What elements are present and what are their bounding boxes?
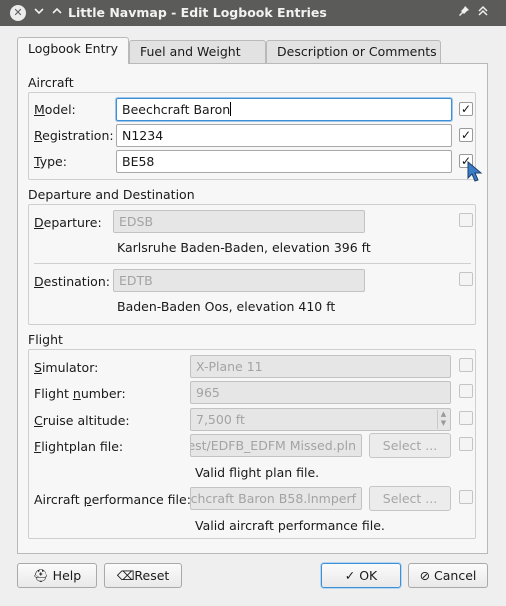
type-label: Type:	[34, 154, 67, 169]
aircraft-heading: Aircraft	[28, 75, 74, 90]
flight-heading: Flight	[28, 332, 63, 347]
performance-file-checkbox[interactable]	[459, 490, 473, 504]
tab-fuel-and-weight[interactable]: Fuel and Weight	[129, 40, 266, 64]
checkmark-icon: ✓	[344, 568, 356, 583]
simulator-label: Simulator:	[34, 360, 99, 375]
type-input[interactable]: BE58	[116, 150, 452, 173]
destination-input[interactable]: EDTB	[113, 269, 365, 292]
departure-destination-group: Departure: EDSB Karlsruhe Baden-Baden, e…	[28, 204, 476, 325]
tab-logbook-entry[interactable]: Logbook Entry	[17, 37, 129, 64]
registration-input[interactable]: N1234	[116, 124, 452, 147]
logbook-entry-panel: Aircraft Model: Beechcraft Baron ✓ Regis…	[17, 63, 488, 554]
performance-file-info: Valid aircraft performance file.	[195, 518, 385, 533]
mouse-pointer-icon	[466, 160, 484, 184]
destination-checkbox[interactable]	[459, 272, 473, 286]
reset-icon: ⌫	[116, 568, 135, 583]
performance-select-button[interactable]: Select ...	[369, 486, 451, 511]
model-input[interactable]: Beechcraft Baron	[116, 98, 452, 121]
departure-checkbox[interactable]	[459, 213, 473, 227]
help-icon: ⛑	[32, 568, 49, 583]
departure-input[interactable]: EDSB	[113, 210, 365, 233]
model-checkbox[interactable]: ✓	[459, 102, 473, 116]
reset-button[interactable]: ⌫Reset	[104, 563, 182, 588]
departure-info: Karlsruhe Baden-Baden, elevation 396 ft	[117, 240, 371, 255]
collapse-icon[interactable]	[474, 4, 492, 22]
flight-number-checkbox[interactable]	[459, 384, 473, 398]
simulator-input[interactable]: X-Plane 11	[190, 355, 451, 378]
separator	[34, 263, 471, 264]
help-button[interactable]: ⛑ Help	[17, 563, 97, 588]
flightplan-file-info: Valid flight plan file.	[195, 465, 320, 480]
flightplan-file-label: Flightplan file:	[34, 439, 124, 454]
cancel-icon: ⊘	[419, 568, 431, 583]
performance-file-label: Aircraft performance file:	[34, 492, 191, 507]
cruise-altitude-spinbox[interactable]: 7,500 ft ▲ ▼	[190, 408, 451, 431]
registration-checkbox[interactable]: ✓	[459, 128, 473, 142]
flightplan-file-input[interactable]: Test/EDFB_EDFM Missed.pln	[190, 434, 362, 457]
tab-description-or-comments[interactable]: Description or Comments	[266, 40, 441, 64]
aircraft-group: Model: Beechcraft Baron ✓ Registration: …	[28, 92, 476, 180]
chevron-up-icon[interactable]	[48, 4, 66, 22]
flight-group: Simulator: X-Plane 11 Flight number: 965…	[28, 349, 476, 539]
flight-number-input[interactable]: 965	[190, 381, 451, 404]
spin-arrows-icon[interactable]: ▲ ▼	[437, 410, 449, 429]
destination-label: Destination:	[34, 274, 110, 289]
departure-label: Departure:	[34, 215, 102, 230]
pin-icon[interactable]	[455, 4, 473, 22]
cruise-altitude-checkbox[interactable]	[459, 411, 473, 425]
cancel-button[interactable]: ⊘ Cancel	[408, 563, 488, 588]
model-label: Model:	[34, 102, 76, 117]
title-bar: ✕ Little Navmap - Edit Logbook Entries	[0, 0, 506, 26]
destination-info: Baden-Baden Oos, elevation 410 ft	[117, 299, 336, 314]
flightplan-file-checkbox[interactable]	[459, 437, 473, 451]
ok-button[interactable]: ✓ OK	[321, 563, 401, 588]
registration-label: Registration:	[34, 128, 114, 143]
performance-file-input[interactable]: Beechcraft Baron B58.lnmperf	[190, 487, 362, 510]
simulator-checkbox[interactable]	[459, 358, 473, 372]
chevron-down-icon[interactable]	[30, 4, 48, 22]
cruise-altitude-label: Cruise altitude:	[34, 413, 130, 428]
departure-destination-heading: Departure and Destination	[28, 187, 195, 202]
flightplan-select-button[interactable]: Select ...	[369, 433, 451, 458]
flight-number-label: Flight number:	[34, 386, 126, 401]
window-title: Little Navmap - Edit Logbook Entries	[68, 5, 327, 20]
close-icon[interactable]: ✕	[10, 5, 26, 21]
